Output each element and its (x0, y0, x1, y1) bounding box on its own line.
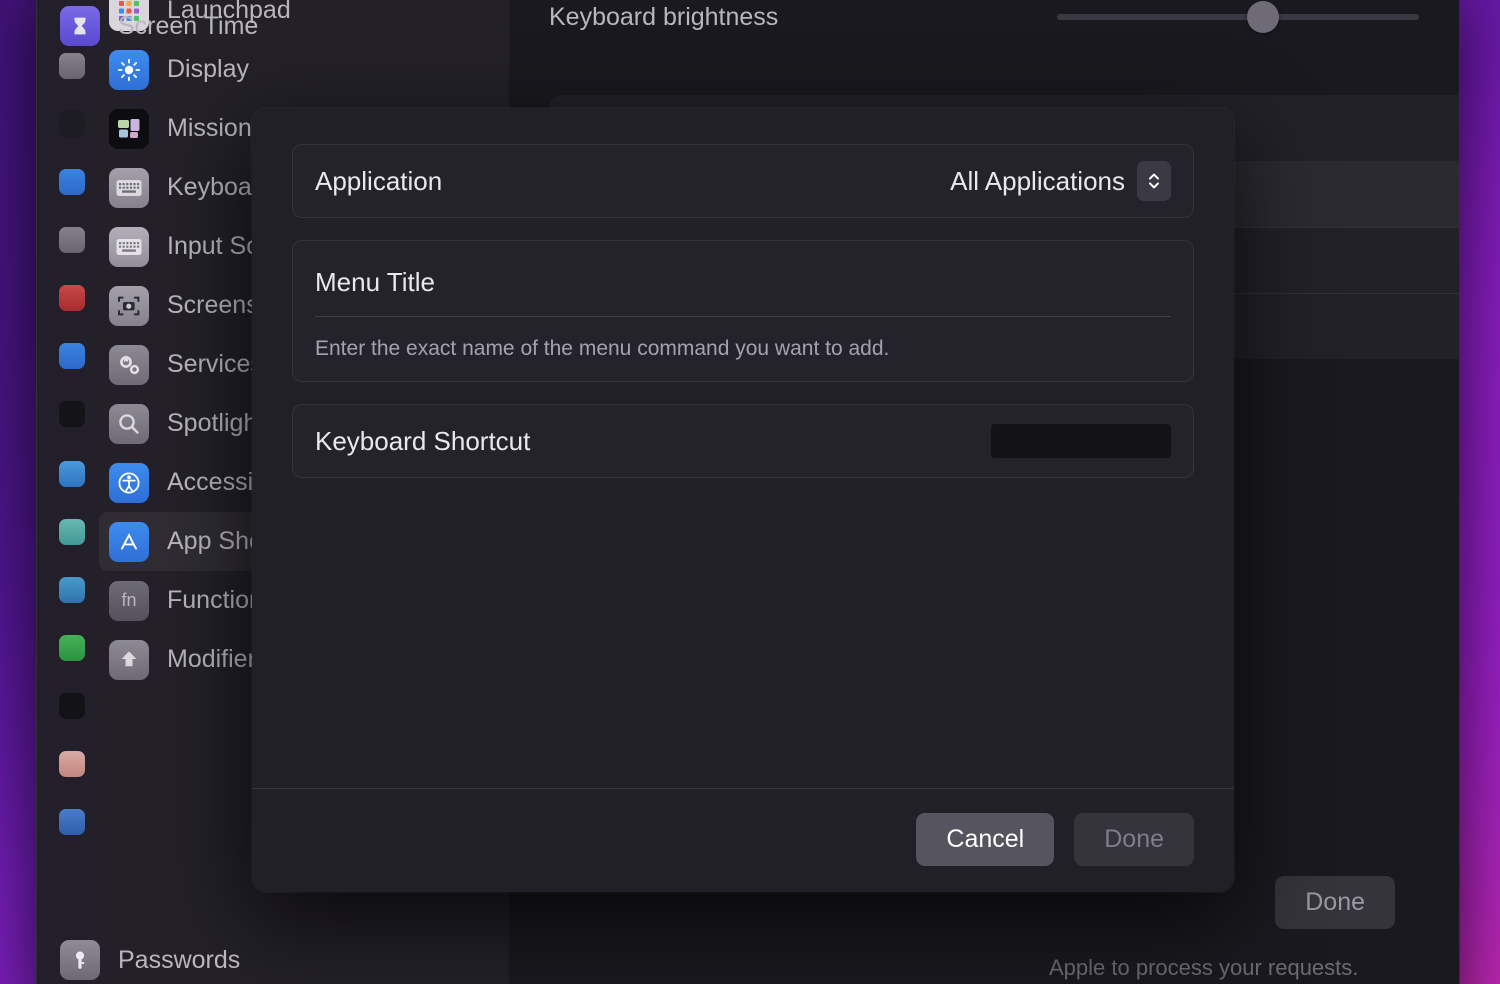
key-icon (60, 940, 100, 980)
rail-icon-10[interactable] (59, 577, 85, 603)
application-label: Application (315, 165, 443, 196)
accessibility-icon (109, 462, 149, 503)
add-shortcut-dialog: Application All Applications Menu Title … (252, 108, 1234, 892)
services-icon (109, 344, 149, 385)
clipped-icon-rail (37, 0, 85, 984)
sidebar-item-screen-time[interactable]: Screen Time (60, 6, 258, 46)
display-icon (109, 49, 149, 90)
application-popup-button[interactable]: All Applications (950, 161, 1171, 201)
shift-icon (109, 639, 149, 680)
keyboard-shortcut-label: Keyboard Shortcut (315, 425, 531, 456)
rail-icon-1[interactable] (59, 53, 85, 79)
rail-icon-14[interactable] (59, 809, 85, 835)
done-button[interactable]: Done (1074, 813, 1194, 866)
rail-icon-9[interactable] (59, 519, 85, 545)
menu-title-card: Enter the exact name of the menu command… (292, 240, 1194, 382)
keyboard-shortcut-row: Keyboard Shortcut (293, 405, 1193, 477)
rail-icon-12[interactable] (59, 693, 85, 719)
sidebar-item-label: Passwords (118, 945, 241, 974)
shortcut-recorder-field[interactable] (991, 424, 1171, 458)
rail-icon-7[interactable] (59, 401, 85, 427)
rail-icon-6[interactable] (59, 343, 85, 369)
sidebar-item-label: Display (167, 55, 249, 83)
app-shortcuts-icon (109, 521, 149, 562)
sidebar-item-passwords[interactable]: Passwords (60, 940, 240, 980)
chevron-updown-icon (1137, 161, 1171, 201)
keyboard-icon (109, 167, 149, 208)
cancel-button[interactable]: Cancel (916, 813, 1055, 866)
menu-title-row (293, 241, 1193, 317)
rail-icon-4[interactable] (59, 227, 85, 253)
dialog-footer: Cancel Done (252, 788, 1234, 892)
mission-control-icon (109, 108, 149, 149)
rail-icon-11[interactable] (59, 635, 85, 661)
desktop-wallpaper: Launchpad Display Mission Keyboard Input… (0, 0, 1500, 984)
application-popup-value: All Applications (950, 165, 1125, 196)
dialog-body: Application All Applications Menu Title … (252, 108, 1234, 788)
fn-icon: fn (109, 580, 149, 621)
detail-note: Apple to process your requests. (1049, 955, 1359, 980)
application-row: Application All Applications (293, 145, 1193, 217)
spotlight-icon (109, 403, 149, 444)
keyboard-brightness-label: Keyboard brightness (549, 2, 779, 31)
slider-thumb[interactable] (1247, 1, 1280, 33)
rail-icon-13[interactable] (59, 751, 85, 777)
keyboard-brightness-slider[interactable] (1057, 1, 1419, 33)
sidebar-item-label: Screen Time (118, 11, 259, 40)
keyboard-brightness-row: Keyboard brightness (549, 0, 1419, 57)
keyboard-shortcut-card: Keyboard Shortcut (292, 404, 1194, 478)
menu-title-help-text: Enter the exact name of the menu command… (315, 337, 890, 360)
hourglass-icon (60, 6, 100, 46)
rail-icon-8[interactable] (59, 461, 85, 487)
rail-icon-2[interactable] (59, 111, 85, 137)
sidebar-item-label: Spotlight (167, 409, 265, 437)
detail-done-button[interactable]: Done (1275, 876, 1395, 929)
input-sources-icon (109, 226, 149, 267)
rail-icon-3[interactable] (59, 169, 85, 195)
menu-title-input[interactable] (315, 267, 1171, 317)
rail-icon-5[interactable] (59, 285, 85, 311)
sidebar-item-label: Services (167, 350, 263, 378)
application-card: Application All Applications (292, 144, 1194, 218)
sidebar-item-display[interactable]: Display (85, 40, 509, 99)
screenshot-icon (109, 285, 149, 326)
